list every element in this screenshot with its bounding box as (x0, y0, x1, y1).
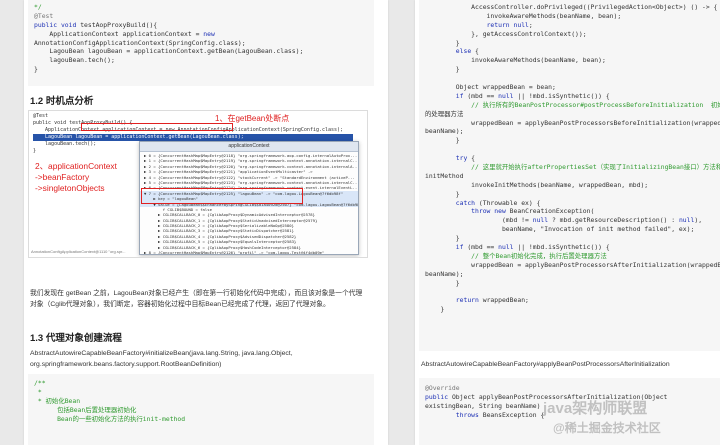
watermark-juejin: @稀土掘金技术社区 (553, 421, 661, 435)
right-page: AccessController.doPrivileged((Privilege… (415, 0, 720, 445)
ide-code-line: LagouBean lagouBean = applicationContext… (33, 134, 353, 141)
code-line: beanName); (425, 269, 464, 278)
method-signature-initializebean: AbstractAutowireCapableBeanFactory#initi… (30, 348, 368, 370)
annotation-getbean-breakpoint: 1、在getBean处断点 (215, 114, 290, 123)
code-line: @Override (425, 384, 460, 392)
code-line: invokeAwareMethods(beanName, bean); (425, 11, 622, 20)
code-line: // 执行所有的BeanPostProcessor#postProcessBef… (425, 100, 720, 109)
code-line: } (425, 305, 445, 314)
heading-proxy-creation: 1.3 代理对象创建流程 (30, 333, 122, 344)
annotation-singleton-objects: 2、applicationContext ->beanFactory ->singl… (35, 161, 117, 194)
code-line: else { (455, 47, 479, 56)
breakpoint-highlight (81, 123, 233, 131)
code-line: } (425, 234, 460, 243)
code-line: /** (34, 379, 46, 387)
code-line: invokeInitMethods(beanName, wrappedBean,… (425, 180, 649, 189)
method-signature-line: AbstractAutowireCapableBeanFactory#initi… (30, 350, 293, 357)
annotation-line: ->beanFactory (35, 172, 90, 182)
code-line: if (mbd == null || !mbd.isSynthetic()) { (455, 243, 610, 252)
code-line: throw new BeanCreationException( (471, 207, 595, 216)
ide-code-line: @Test (33, 113, 49, 119)
code-line: Bean的一些初始化方法的执行init-method (34, 414, 186, 423)
code-line: @Test (34, 11, 54, 20)
code-line: (mbd != null ? mbd.getResourceDescriptio… (425, 216, 703, 225)
code-line: */ (34, 3, 42, 11)
code-block-initializebean: /** * * 初始化Bean 包括Bean后置处理器初始化 Bean的一些初始… (28, 374, 374, 445)
code-line: if (mbd == null || !mbd.isSynthetic()) { (455, 91, 610, 100)
code-line: Object wrappedBean = bean; (425, 83, 556, 92)
left-page: */@Test public void testAopProxyBuild(){ … (24, 0, 388, 445)
code-line: 的处理器方法 (425, 109, 464, 118)
analysis-paragraph: 我们发现在 getBean 之前，LagouBean对象已经产生（即在第一行初始… (30, 290, 363, 308)
code-line: public void testAopProxyBuild(){ (34, 20, 158, 29)
code-line: LagouBean lagouBean = applicationContext… (34, 47, 304, 56)
code-line: try { (455, 154, 476, 163)
code-line: wrappedBean = applyBeanPostProcessorsAft… (425, 260, 720, 269)
code-line: beanName); (425, 127, 464, 136)
debug-window-title: applicationContext (140, 142, 358, 152)
code-line: return null; (486, 20, 533, 29)
code-line: }, getAccessControlContext()); (425, 29, 587, 38)
code-line: initMethod (425, 171, 464, 180)
code-line: } (425, 38, 460, 47)
method-signature-line: org.springframework.beans.factory.suppor… (30, 361, 222, 368)
lagoubean-entry-highlight (141, 188, 303, 204)
code-line: AnnotationConfigApplicationContext(Sprin… (34, 38, 246, 47)
code-line: lagouBean.tech(); (34, 56, 115, 65)
code-line: return wrappedBean; (455, 296, 529, 305)
code-line: beanName, "Invocation of init method fai… (425, 225, 695, 234)
code-line: 包括Bean后置处理器初始化 (34, 405, 137, 414)
ide-footer-text: AnnotationConfigApplicationContext@1110 … (31, 249, 126, 254)
code-line: * (34, 387, 42, 396)
ide-debug-screenshot: @Test public void testAopProxyBuild() { A… (28, 110, 368, 258)
annotation-line: 2、applicationContext (35, 161, 117, 171)
code-line: } (425, 65, 460, 74)
code-line: catch (Throwable ex) { (455, 198, 541, 207)
heading-timing-analysis: 1.2 时机点分析 (30, 96, 94, 107)
variable-tree-row[interactable]: ▶ 8 = {ConcurrentHashMap$MapEntry@2126} … (140, 250, 358, 254)
variables-tree[interactable]: ▶ 0 = {ConcurrentHashMap$MapEntry@2118} … (140, 153, 358, 254)
code-line: } (425, 278, 460, 287)
code-line: invokeAwareMethods(beanName, bean); (425, 56, 606, 65)
code-line: // 这里就开始执行afterPropertiesSet（实现了Initiali… (425, 163, 720, 172)
code-line: } (34, 65, 38, 74)
code-line: wrappedBean = applyBeanPostProcessorsBef… (425, 118, 720, 127)
code-line: AccessController.doPrivileged((Privilege… (425, 3, 718, 11)
code-block-initializebean-body: AccessController.doPrivileged((Privilege… (419, 0, 720, 351)
code-line: // 整个Bean初始化完成，执行后置处理器方法 (425, 251, 607, 260)
watermark-java-architect: java架构师联盟 (543, 400, 648, 417)
variable-tree-row[interactable]: ▶ 1 = {ConcurrentHashMap$MapEntry@2119} … (140, 158, 358, 163)
code-line: } (425, 136, 460, 145)
method-caption-after-initialization: AbstractAutowireCapableBeanFactory#apply… (421, 361, 670, 368)
code-line: * 初始化Bean (34, 396, 81, 405)
code-line: ApplicationContext applicationContext = … (34, 29, 215, 38)
code-block-test: */@Test public void testAopProxyBuild(){ … (28, 0, 374, 86)
annotation-line: ->singletonObjects (35, 183, 105, 193)
code-line: } (425, 189, 460, 198)
